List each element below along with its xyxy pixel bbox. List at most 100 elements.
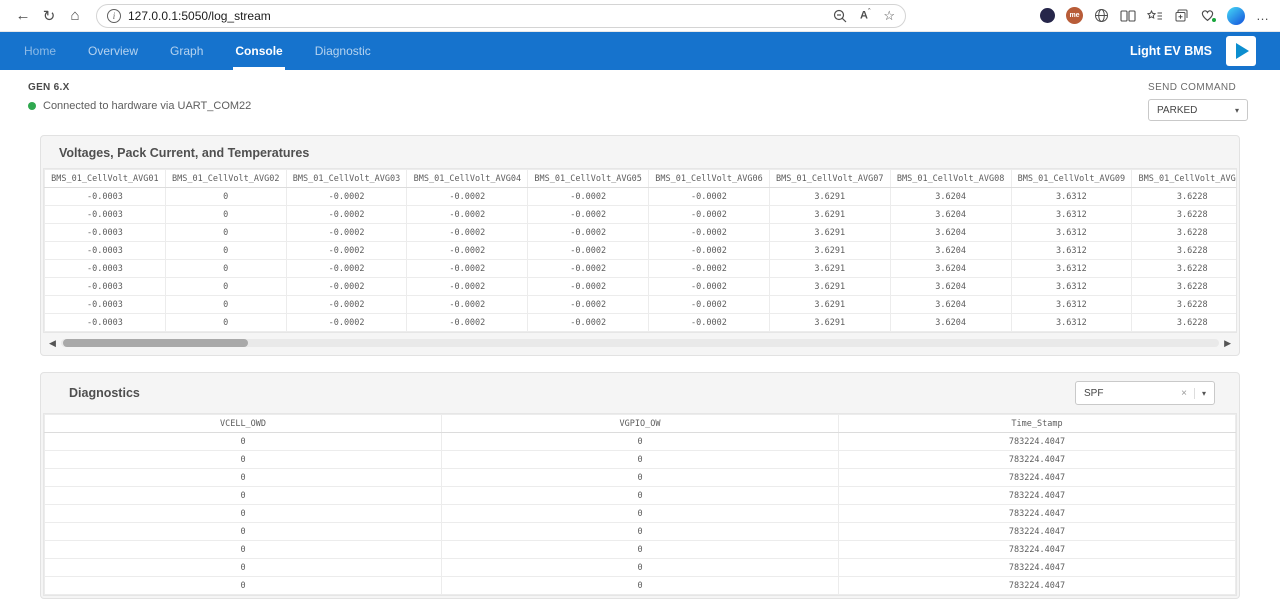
tab-overview[interactable]: Overview: [86, 32, 140, 70]
column-header: BMS_01_CellVolt_AVG07: [769, 170, 890, 188]
status-row: GEN 6.X Connected to hardware via UART_C…: [0, 70, 1280, 121]
browser-toolbar: ← ↻ ⌂ i 127.0.0.1:5050/log_stream Aˆ ☆ m…: [0, 0, 1280, 32]
table-cell: 783224.4047: [839, 433, 1236, 451]
table-cell: -0.0002: [407, 224, 528, 242]
column-header: BMS_01_CellVolt_AVG04: [407, 170, 528, 188]
browser-essentials-icon[interactable]: [1200, 8, 1216, 23]
table-cell: -0.0002: [286, 188, 407, 206]
voltages-card-title: Voltages, Pack Current, and Temperatures: [41, 136, 1239, 168]
zoom-out-icon[interactable]: [833, 9, 847, 23]
horizontal-scrollbar[interactable]: ◀ ▶: [49, 338, 1231, 348]
table-cell: 3.6291: [769, 314, 890, 332]
voltages-card: Voltages, Pack Current, and Temperatures…: [40, 135, 1240, 356]
send-command-select[interactable]: PARKED ▾: [1148, 99, 1248, 121]
table-cell: 3.6312: [1011, 206, 1132, 224]
table-cell: -0.0002: [528, 296, 649, 314]
table-row: -0.00030-0.0002-0.0002-0.0002-0.00023.62…: [45, 260, 1238, 278]
profile-badge-icon[interactable]: me: [1066, 7, 1083, 24]
table-cell: -0.0002: [528, 260, 649, 278]
table-cell: 783224.4047: [839, 451, 1236, 469]
table-cell: 0: [442, 523, 839, 541]
read-aloud-icon[interactable]: Aˆ: [860, 9, 870, 22]
play-button[interactable]: [1226, 36, 1256, 66]
table-cell: 0: [442, 541, 839, 559]
send-command-label: SEND COMMAND: [1148, 82, 1248, 93]
table-cell: 0: [165, 314, 286, 332]
table-cell: -0.0002: [528, 224, 649, 242]
table-cell: -0.0003: [45, 314, 166, 332]
table-cell: -0.0002: [407, 206, 528, 224]
table-cell: 3.6291: [769, 206, 890, 224]
send-command-block: SEND COMMAND PARKED ▾: [1148, 82, 1248, 121]
table-cell: -0.0003: [45, 242, 166, 260]
table-cell: 0: [165, 206, 286, 224]
table-cell: 3.6312: [1011, 188, 1132, 206]
table-cell: -0.0002: [649, 188, 770, 206]
favorite-star-icon[interactable]: ☆: [883, 8, 895, 24]
table-cell: 0: [165, 260, 286, 278]
voltages-table-scroll-area[interactable]: BMS_01_CellVolt_AVG01 BMS_01_CellVolt_AVG…: [43, 168, 1237, 333]
table-cell: -0.0002: [286, 278, 407, 296]
table-row: 00783224.4047: [45, 451, 1236, 469]
table-cell: 3.6228: [1132, 224, 1237, 242]
table-cell: 0: [45, 433, 442, 451]
table-cell: -0.0003: [45, 278, 166, 296]
browser-menu-icon[interactable]: …: [1256, 8, 1270, 23]
table-cell: 3.6204: [890, 206, 1011, 224]
table-cell: 3.6312: [1011, 224, 1132, 242]
table-cell: -0.0002: [286, 296, 407, 314]
table-cell: 0: [165, 296, 286, 314]
page-info-icon[interactable]: i: [107, 9, 121, 23]
column-header: VGPIO_OW: [442, 415, 839, 433]
table-cell: 3.6228: [1132, 296, 1237, 314]
scroll-left-icon[interactable]: ◀: [49, 338, 56, 348]
connection-status: Connected to hardware via UART_COM22: [43, 100, 251, 112]
table-cell: 3.6312: [1011, 296, 1132, 314]
extension-icon[interactable]: [1040, 8, 1055, 23]
table-cell: -0.0002: [286, 314, 407, 332]
table-cell: -0.0002: [528, 206, 649, 224]
copilot-icon[interactable]: [1227, 7, 1245, 25]
table-row: 00783224.4047: [45, 487, 1236, 505]
table-row: -0.00030-0.0002-0.0002-0.0002-0.00023.62…: [45, 224, 1238, 242]
back-icon[interactable]: ←: [10, 3, 36, 29]
tab-diagnostic[interactable]: Diagnostic: [313, 32, 373, 70]
refresh-icon[interactable]: ↻: [36, 3, 62, 29]
browser-extension-toolbar: me: [914, 7, 1270, 25]
table-row: 00783224.4047: [45, 541, 1236, 559]
scrollbar-thumb[interactable]: [63, 339, 248, 347]
url-bar[interactable]: i 127.0.0.1:5050/log_stream Aˆ ☆: [96, 4, 906, 28]
table-cell: -0.0002: [286, 206, 407, 224]
table-row: 00783224.4047: [45, 469, 1236, 487]
table-cell: 0: [442, 559, 839, 577]
globe-extension-icon[interactable]: [1094, 8, 1109, 23]
url-text[interactable]: 127.0.0.1:5050/log_stream: [128, 9, 826, 23]
table-cell: 783224.4047: [839, 469, 1236, 487]
table-cell: 0: [45, 505, 442, 523]
diagnostics-table-area: VCELL_OWDVGPIO_OWTime_Stamp00783224.4047…: [43, 413, 1237, 596]
column-header: BMS_01_CellVolt_AVG01: [45, 170, 166, 188]
diagnostics-card: Diagnostics SPF × ▾ VCELL_OWDVGPIO_OWTim…: [40, 372, 1240, 599]
tab-home[interactable]: Home: [22, 32, 58, 70]
generation-label: GEN 6.X: [28, 82, 251, 93]
tab-graph[interactable]: Graph: [168, 32, 205, 70]
clear-icon[interactable]: ×: [1181, 388, 1195, 399]
table-cell: -0.0002: [649, 242, 770, 260]
home-icon[interactable]: ⌂: [62, 3, 88, 29]
table-cell: 0: [45, 523, 442, 541]
table-cell: 3.6228: [1132, 278, 1237, 296]
table-cell: 3.6291: [769, 278, 890, 296]
diagnostics-filter-select[interactable]: SPF × ▾: [1075, 381, 1215, 405]
table-cell: 0: [165, 242, 286, 260]
table-cell: 0: [45, 541, 442, 559]
favorites-icon[interactable]: [1147, 9, 1163, 23]
table-cell: -0.0002: [407, 242, 528, 260]
scrollbar-track[interactable]: [61, 339, 1219, 347]
table-cell: -0.0002: [407, 314, 528, 332]
table-row: -0.00030-0.0002-0.0002-0.0002-0.00023.62…: [45, 296, 1238, 314]
split-screen-icon[interactable]: [1120, 9, 1136, 23]
collections-icon[interactable]: [1174, 8, 1189, 23]
tab-console[interactable]: Console: [233, 32, 284, 70]
table-cell: 0: [165, 278, 286, 296]
scroll-right-icon[interactable]: ▶: [1224, 338, 1231, 348]
